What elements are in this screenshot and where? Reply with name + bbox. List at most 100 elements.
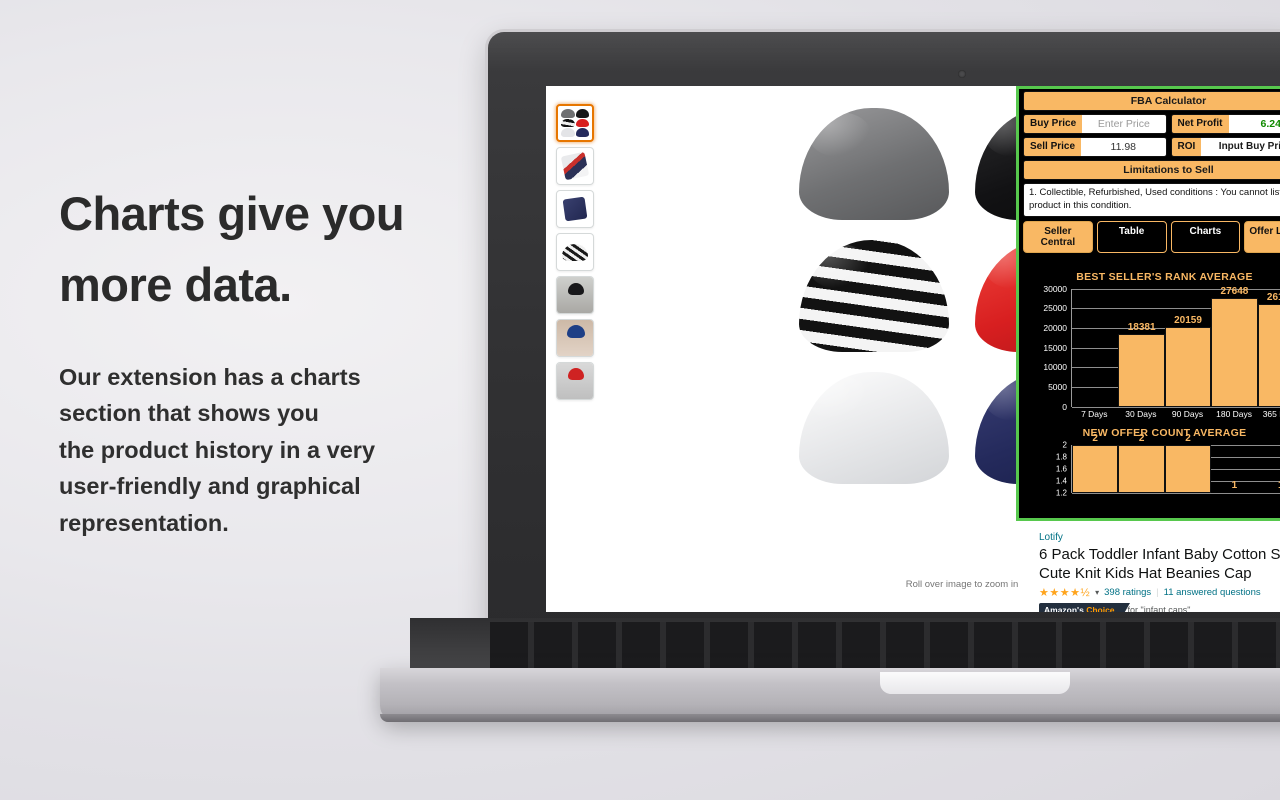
keyboard <box>490 622 1280 670</box>
y-tick-label: 2 <box>1062 440 1067 450</box>
thumbnail-1[interactable] <box>556 147 594 185</box>
y-tick-label: 1.6 <box>1055 464 1067 474</box>
trackpad-notch <box>880 672 1070 694</box>
answered-questions-link[interactable]: 11 answered questions <box>1164 587 1261 598</box>
amazons-choice-row: Amazon's Choice for "infant caps" <box>1039 603 1280 612</box>
bar-column: 26153 <box>1257 289 1280 407</box>
roi-label: ROI <box>1171 138 1202 156</box>
thumbnail-2[interactable] <box>556 190 594 228</box>
thumbnail-6[interactable] <box>556 362 594 400</box>
buy-price-value[interactable]: Enter Price <box>1082 115 1166 133</box>
rating-row: ★★★★½ ▾ 398 ratings | 11 answered questi… <box>1039 586 1280 599</box>
bar-value-label: 1 <box>1258 480 1280 491</box>
bar-value-label: 20159 <box>1174 315 1202 327</box>
amazons-choice-badge: Amazon's Choice <box>1039 603 1130 612</box>
roi-value: Input Buy Price! <box>1201 138 1280 156</box>
product-title-block: Lotify 6 Pack Toddler Infant Baby Cotton… <box>1033 532 1280 612</box>
beanie-gray <box>799 108 949 220</box>
bar-column: 1 <box>1211 445 1257 493</box>
sell-price-label: Sell Price <box>1024 138 1082 156</box>
choice-keyword: for "infant caps" <box>1127 605 1191 612</box>
calculator-row: Buy Price Enter Price Net Profit 6.24 <box>1023 114 1280 134</box>
bsr-bars: 18381 20159 27648 26153 <box>1072 285 1280 407</box>
fba-extension-panel[interactable]: FBA Calculator Buy Price Enter Price Net… <box>1016 86 1280 521</box>
bar-column: 1 <box>1258 445 1280 493</box>
bar <box>1164 444 1212 493</box>
buy-price-label: Buy Price <box>1024 115 1083 133</box>
tab-charts[interactable]: Charts <box>1170 220 1241 253</box>
bar-column: 18381 <box>1118 289 1165 407</box>
y-tick-label: 5000 <box>1048 381 1067 392</box>
fba-calculator-title: FBA Calculator <box>1023 91 1280 111</box>
charts-section: BEST SELLER'S RANK AVERAGE 0 5000 10000 150… <box>1019 257 1280 497</box>
webcam-icon <box>958 70 966 78</box>
y-tick-label: 1.4 <box>1055 476 1067 486</box>
star-rating-icon[interactable]: ★★★★½ <box>1039 586 1090 599</box>
gridline <box>1072 406 1280 408</box>
brand-link[interactable]: Lotify <box>1039 532 1280 543</box>
tab-offer-listing[interactable]: Offer Listing <box>1244 220 1280 253</box>
bar <box>1211 297 1258 407</box>
thumbnail-strip[interactable] <box>546 86 606 612</box>
x-tick-label: 365 Days <box>1262 408 1280 419</box>
promo-block: Charts give you more data. Our extension… <box>59 178 489 541</box>
chevron-down-icon[interactable]: ▾ <box>1095 588 1099 597</box>
buy-price-field[interactable]: Buy Price Enter Price <box>1023 114 1167 134</box>
bar-column: 27648 <box>1211 285 1258 407</box>
limitations-text: 1. Collectible, Refurbished, Used condit… <box>1023 183 1280 217</box>
promo-body: Our extension has a charts section that … <box>59 359 489 541</box>
fba-calculator: FBA Calculator Buy Price Enter Price Net… <box>1019 89 1280 253</box>
choice-prefix: Amazon's <box>1044 605 1084 612</box>
bar-value-label: 27648 <box>1220 285 1249 297</box>
laptop-mockup: Roll over image to zoom in FBA Calculato… <box>380 18 1280 722</box>
bar-value-label: 2 <box>1092 432 1098 444</box>
thumbnail-4[interactable] <box>556 276 594 314</box>
bsr-y-axis: 0 5000 10000 15000 20000 25000 30000 <box>1025 284 1071 412</box>
promo-body-line: user-friendly and graphical <box>59 473 361 500</box>
extension-tabs[interactable]: Seller Central Table Charts Offer Listin… <box>1023 220 1280 253</box>
x-tick-label: 7 Days <box>1081 408 1108 419</box>
choice-suffix: Choice <box>1086 605 1115 612</box>
gridline <box>1072 492 1280 494</box>
net-profit-label: Net Profit <box>1171 115 1229 133</box>
bar-column <box>1072 289 1118 407</box>
roi-field: ROI Input Buy Price! <box>1170 137 1280 157</box>
y-tick-label: 20000 <box>1043 322 1067 333</box>
calculator-row: Sell Price 11.98 ROI Input Buy Price! <box>1023 137 1280 157</box>
y-tick-label: 30000 <box>1043 283 1067 294</box>
bsr-plot-area: 18381 20159 27648 26153 <box>1071 285 1280 408</box>
ratings-count-link[interactable]: 398 ratings <box>1104 587 1151 598</box>
y-tick-label: 25000 <box>1043 303 1067 314</box>
noc-y-axis: 1.2 1.4 1.6 1.8 2 <box>1025 440 1071 497</box>
bar-value-label: 2 <box>1138 432 1145 444</box>
noc-bars: 2 2 2 1 1 <box>1072 433 1280 493</box>
bar-column: 2 <box>1072 433 1119 493</box>
lid-gloss <box>488 32 1280 72</box>
beanie-white <box>799 372 949 484</box>
sell-price-field[interactable]: Sell Price 11.98 <box>1023 137 1167 157</box>
bar <box>1164 327 1212 407</box>
product-title: 6 Pack Toddler Infant Baby Cotton Soft C… <box>1039 546 1280 583</box>
promo-body-line: representation. <box>59 509 229 536</box>
tab-seller-central[interactable]: Seller Central <box>1023 220 1093 253</box>
bar <box>1257 303 1280 407</box>
bar <box>1118 334 1165 407</box>
bar-column: 2 <box>1118 433 1165 493</box>
beanie-striped <box>799 240 949 352</box>
bar-value-label: 26153 <box>1266 291 1280 303</box>
bsr-chart: 0 5000 10000 15000 20000 25000 30000 18381 2015… <box>1025 284 1280 412</box>
bar-column: 20159 <box>1164 289 1212 407</box>
thumbnail-0[interactable] <box>556 104 594 142</box>
laptop-base <box>380 618 1280 722</box>
bar-value-label: 1 <box>1231 479 1238 491</box>
thumbnail-5[interactable] <box>556 319 594 357</box>
thumbnail-3[interactable] <box>556 233 594 271</box>
sell-price-value[interactable]: 11.98 <box>1081 138 1166 156</box>
x-tick-label: 30 Days <box>1125 408 1157 419</box>
tab-table[interactable]: Table <box>1096 220 1167 253</box>
bar-value-label: 18381 <box>1127 322 1156 334</box>
bar-value-label: 2 <box>1185 432 1191 444</box>
laptop-lid: Roll over image to zoom in FBA Calculato… <box>488 32 1280 632</box>
bar <box>1072 444 1119 493</box>
bar <box>1118 444 1165 493</box>
